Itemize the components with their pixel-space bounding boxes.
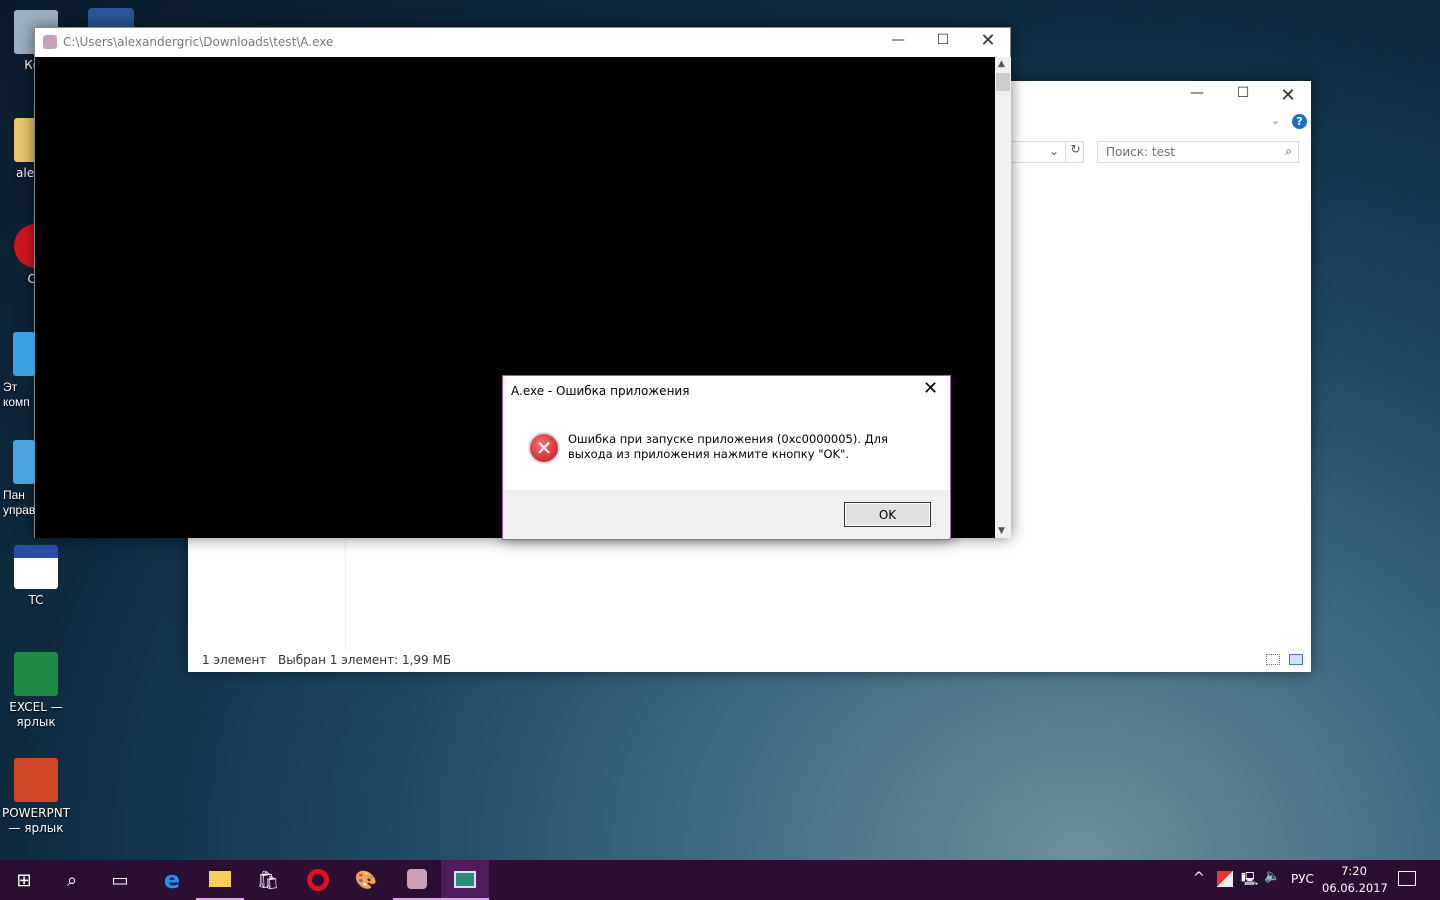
- desktop-icon-this-pc[interactable]: Эт комп: [0, 332, 35, 410]
- store-icon[interactable]: 🛍: [244, 860, 292, 900]
- powerpoint-icon: [14, 758, 58, 802]
- dialog-footer: OK: [503, 490, 950, 539]
- language-indicator[interactable]: РУС: [1291, 872, 1314, 886]
- paint-icon[interactable]: 🎨: [342, 860, 390, 900]
- opera-icon[interactable]: [294, 860, 342, 900]
- close-button[interactable]: ✕: [923, 378, 938, 399]
- minimize-button[interactable]: —: [1174, 85, 1220, 101]
- desktop-icon-excel[interactable]: EXCEL — ярлык: [0, 652, 72, 730]
- scroll-down-icon[interactable]: ▼: [998, 526, 1005, 536]
- search-placeholder: Поиск: test: [1106, 145, 1175, 159]
- desktop-icon-powerpoint[interactable]: POWERPNT — ярлык: [0, 758, 72, 836]
- taskbar: ⊞ ⌕ ▭ e 🛍 🎨 ^ 🖳 🔈 РУС 7:20 06.06.2017: [0, 860, 1440, 900]
- icon-label: EXCEL — ярлык: [9, 700, 63, 729]
- search-icon: ⌕: [1285, 144, 1292, 158]
- network-icon[interactable]: 🖳: [1241, 870, 1258, 892]
- computer-icon: [13, 332, 35, 376]
- status-selection: Выбран 1 элемент: 1,99 МБ: [278, 653, 452, 667]
- dialog-title: A.exe - Ошибка приложения: [511, 384, 690, 398]
- show-hidden-icons[interactable]: ^: [1193, 870, 1205, 886]
- status-item-count: 1 элемент: [202, 653, 267, 667]
- clock[interactable]: 7:20 06.06.2017: [1322, 863, 1388, 897]
- help-icon[interactable]: ?: [1292, 114, 1307, 129]
- scrollbar[interactable]: ▲ ▼: [995, 57, 1011, 538]
- kaspersky-icon[interactable]: [1217, 871, 1233, 887]
- icon-label: TC: [28, 593, 44, 607]
- volume-icon[interactable]: 🔈: [1264, 869, 1280, 884]
- icon-label: Пан управ: [3, 488, 36, 517]
- minimize-button[interactable]: —: [875, 32, 921, 48]
- desktop-icon-tc[interactable]: TC: [0, 545, 72, 608]
- a-exe-icon[interactable]: [393, 860, 441, 900]
- maximize-button[interactable]: ☐: [1220, 85, 1266, 101]
- desktop-icon-control-panel[interactable]: Пан управ: [0, 440, 35, 518]
- scroll-thumb[interactable]: [996, 73, 1010, 91]
- dialog-message: Ошибка при запуске приложения (0xc000000…: [568, 432, 888, 461]
- details-view-icon[interactable]: [1266, 654, 1280, 665]
- refresh-icon[interactable]: ↻: [1065, 142, 1085, 162]
- address-bar[interactable]: ⌄ ↻: [1008, 141, 1084, 163]
- close-button[interactable]: ✕: [1265, 85, 1311, 106]
- console-title: C:\Users\alexandergric\Downloads\test\A.…: [63, 35, 334, 49]
- chevron-down-icon[interactable]: ⌄: [1049, 144, 1059, 158]
- task-view-button[interactable]: ▭: [96, 860, 144, 900]
- excel-icon: [14, 652, 58, 696]
- maximize-button[interactable]: ☐: [920, 32, 966, 48]
- icon-label: Эт комп: [3, 380, 30, 409]
- date: 06.06.2017: [1322, 881, 1388, 895]
- console-taskbar-icon[interactable]: [441, 860, 489, 900]
- search-input[interactable]: Поиск: test ⌕: [1097, 141, 1299, 163]
- action-center-icon[interactable]: [1398, 871, 1416, 886]
- app-icon: [43, 35, 57, 49]
- ok-button[interactable]: OK: [844, 502, 931, 527]
- scroll-up-icon[interactable]: ▲: [998, 59, 1005, 69]
- close-button[interactable]: ✕: [965, 30, 1011, 51]
- total-commander-icon: [14, 545, 58, 589]
- nav-pane-divider: [345, 536, 346, 651]
- large-icons-view-icon[interactable]: [1289, 654, 1303, 665]
- error-icon: ✕: [528, 432, 560, 464]
- file-explorer-icon[interactable]: [196, 860, 244, 900]
- time: 7:20: [1341, 864, 1367, 878]
- icon-label: POWERPNT — ярлык: [1, 806, 70, 835]
- error-dialog: A.exe - Ошибка приложения ✕ ✕ Ошибка при…: [502, 375, 951, 540]
- ribbon-expand-icon[interactable]: ⌄: [1271, 114, 1280, 127]
- start-button[interactable]: ⊞: [0, 860, 48, 900]
- search-button[interactable]: ⌕: [48, 860, 96, 900]
- edge-icon[interactable]: e: [148, 860, 196, 900]
- control-panel-icon: [13, 440, 35, 484]
